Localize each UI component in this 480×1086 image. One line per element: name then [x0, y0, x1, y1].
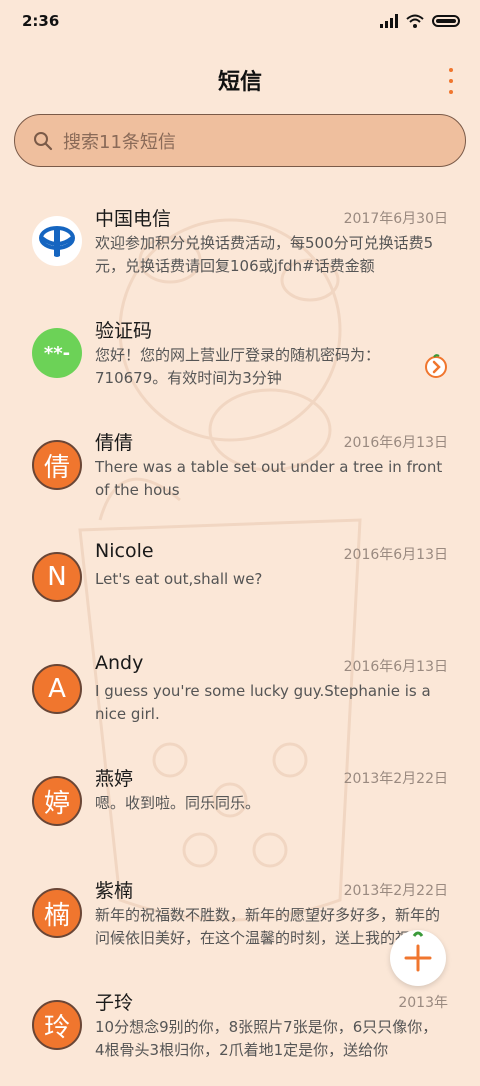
avatar: 玲 [32, 1000, 82, 1050]
status-icons [380, 12, 460, 30]
message-preview: There was a table set out under a tree i… [95, 458, 443, 499]
wifi-icon [406, 14, 424, 28]
conversation-item[interactable]: 倩 倩倩 2016年6月13日 There was a table set ou… [0, 414, 480, 526]
app-header: 短信 [0, 58, 480, 102]
message-preview: 10分想念9别的你，8张照片7张是你，6只只像你，4根骨头3根归你，2爪着地1定… [95, 1018, 438, 1059]
compose-button[interactable] [390, 930, 446, 986]
avatar: A [32, 664, 82, 714]
search-icon [34, 131, 53, 150]
message-preview: 欢迎参加积分兑换话费活动，每500分可兑换话费5元，兑换话费请回复106或jfd… [95, 234, 434, 275]
message-date: 2013年2月22日 [343, 883, 448, 899]
message-date: 2016年6月13日 [343, 435, 448, 451]
avatar: 婷 [32, 776, 82, 826]
conversation-item[interactable]: **- 验证码 您好！您的网上营业厅登录的随机密码为：710679。有效时间为3… [0, 302, 480, 414]
contact-name: Nicole [95, 540, 154, 562]
contact-name: 验证码 [95, 320, 153, 342]
message-date: 2017年6月30日 [343, 211, 448, 227]
contact-name: 紫楠 [95, 880, 134, 902]
conversation-item[interactable]: N Nicole 2016年6月13日 Let's eat out,shall … [0, 526, 480, 638]
message-preview: 您好！您的网上营业厅登录的随机密码为：710679。有效时间为3分钟 [95, 346, 381, 387]
contact-name: 子玲 [95, 992, 134, 1014]
avatar: N [32, 552, 82, 602]
china-telecom-logo [32, 216, 82, 266]
avatar: 倩 [32, 440, 82, 490]
message-preview: Let's eat out,shall we? [95, 570, 263, 588]
conversation-item[interactable]: A Andy 2016年6月13日 I guess you're some lu… [0, 638, 480, 750]
contact-name: 燕婷 [95, 768, 134, 790]
message-date: 2013年2月22日 [343, 771, 448, 787]
search-bar[interactable]: 搜索11条短信 [14, 114, 466, 167]
conversation-item[interactable]: 玲 子玲 2013年 10分想念9别的你，8张照片7张是你，6只只像你，4根骨头… [0, 974, 480, 1086]
status-time: 2:36 [22, 12, 60, 30]
status-bar: 2:36 [0, 0, 480, 44]
page-title: 短信 [217, 70, 262, 95]
more-options-icon[interactable] [446, 68, 456, 94]
message-date: 2016年6月13日 [343, 547, 448, 563]
message-preview: I guess you're some lucky guy.Stephanie … [95, 682, 431, 723]
message-date: 2016年6月13日 [343, 659, 448, 675]
orange-chevron-icon[interactable] [424, 354, 448, 378]
contact-name: 中国电信 [95, 208, 172, 230]
avatar: 楠 [32, 888, 82, 938]
signal-icon [380, 14, 398, 28]
message-preview: 嗯。收到啦。同乐同乐。 [95, 794, 261, 812]
battery-icon [432, 15, 460, 27]
message-date: 2013年 [398, 995, 448, 1011]
contact-name: 倩倩 [95, 432, 134, 454]
conversation-item[interactable]: 中国电信 2017年6月30日 欢迎参加积分兑换话费活动，每500分可兑换话费5… [0, 190, 480, 302]
conversation-item[interactable]: 婷 燕婷 2013年2月22日 嗯。收到啦。同乐同乐。 [0, 750, 480, 862]
contact-name: Andy [95, 652, 144, 674]
search-placeholder: 搜索11条短信 [63, 131, 176, 153]
plus-icon [404, 931, 432, 972]
verification-code-icon: **- [32, 328, 82, 378]
